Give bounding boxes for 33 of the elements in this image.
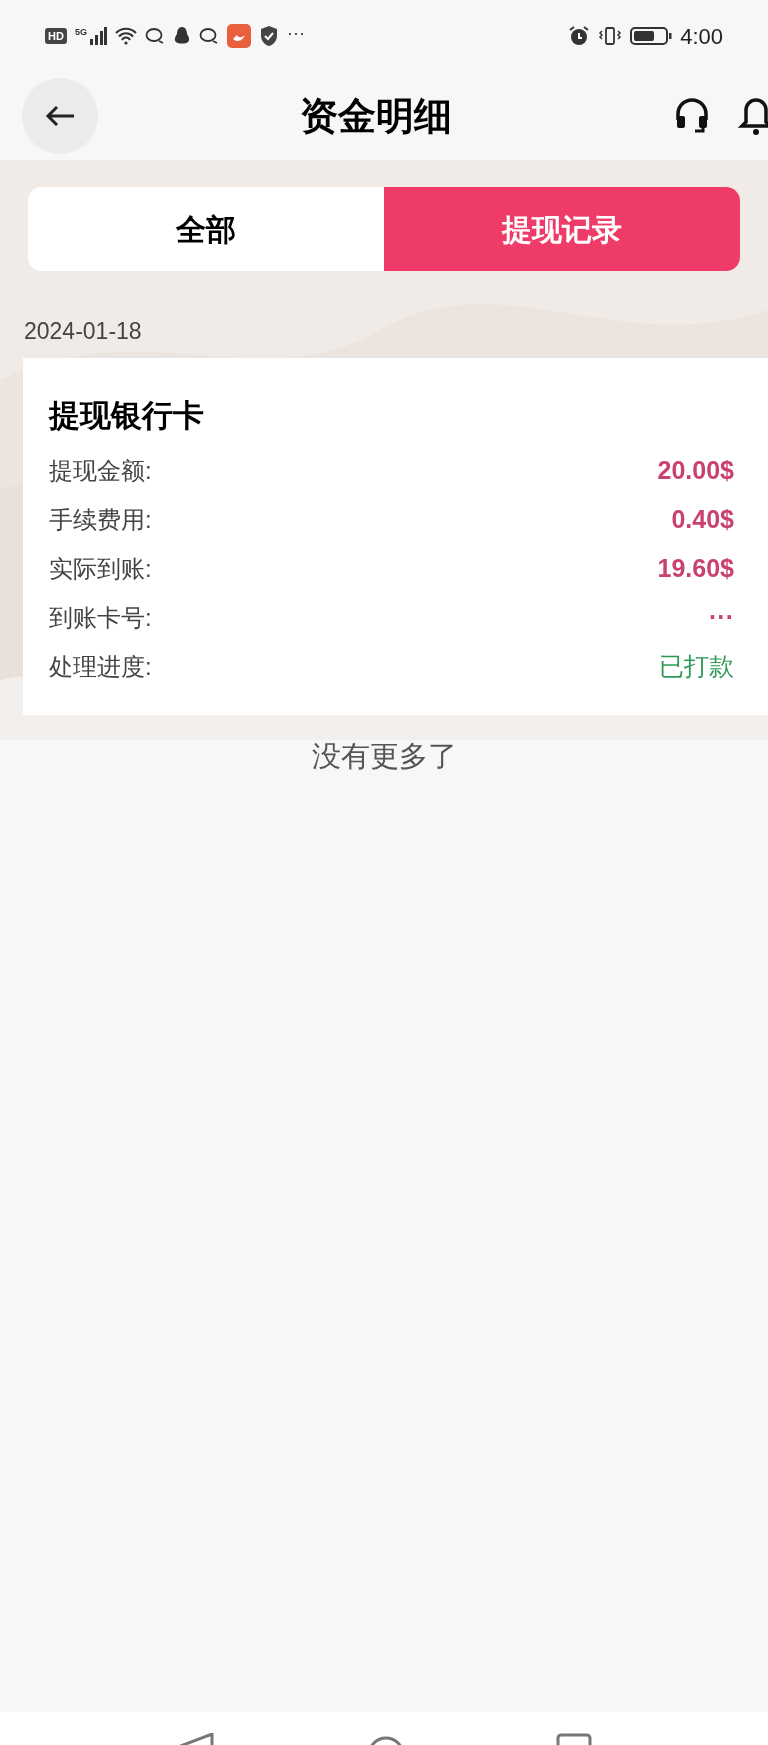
record-title: 提现银行卡 [49,397,205,435]
penguin-icon [172,26,191,46]
tab[interactable]: 提现记录 [384,187,740,271]
alarm-icon [568,25,591,47]
date-label: 2024-01-18 [24,317,143,346]
wifi-icon [114,27,137,45]
field-label: 实际到账: [49,553,152,584]
more-notifications: ··· [286,24,305,42]
app-icon [226,24,251,48]
field-value: 19.60$ [657,552,734,584]
recents-nav-icon[interactable] [556,1733,592,1745]
battery-icon [630,26,673,46]
field-value: ··· [709,601,734,633]
field-label: 提现金额: [49,455,152,486]
back-arrow-icon [44,104,76,128]
field-value: 0.40$ [671,503,734,535]
hd-badge: HD [45,28,67,44]
field-label: 到账卡号: [49,602,152,633]
vibrate-icon [598,26,623,46]
chat-icon [144,27,165,45]
end-of-list-text: 没有更多了 [311,739,457,774]
page-title: 资金明细 [300,93,452,139]
field-label: 手续费用: [49,504,152,535]
field-value: 已打款 [659,650,734,682]
network-label: 5G [74,26,87,39]
clock-time: 4:00 [680,22,723,51]
field-value: 20.00$ [657,454,734,486]
bell-icon[interactable] [738,96,768,136]
chat-icon [198,27,219,45]
shield-icon [258,25,279,47]
field-label: 处理进度: [49,651,152,682]
signal-icon [88,27,107,45]
headset-icon[interactable] [674,96,710,136]
